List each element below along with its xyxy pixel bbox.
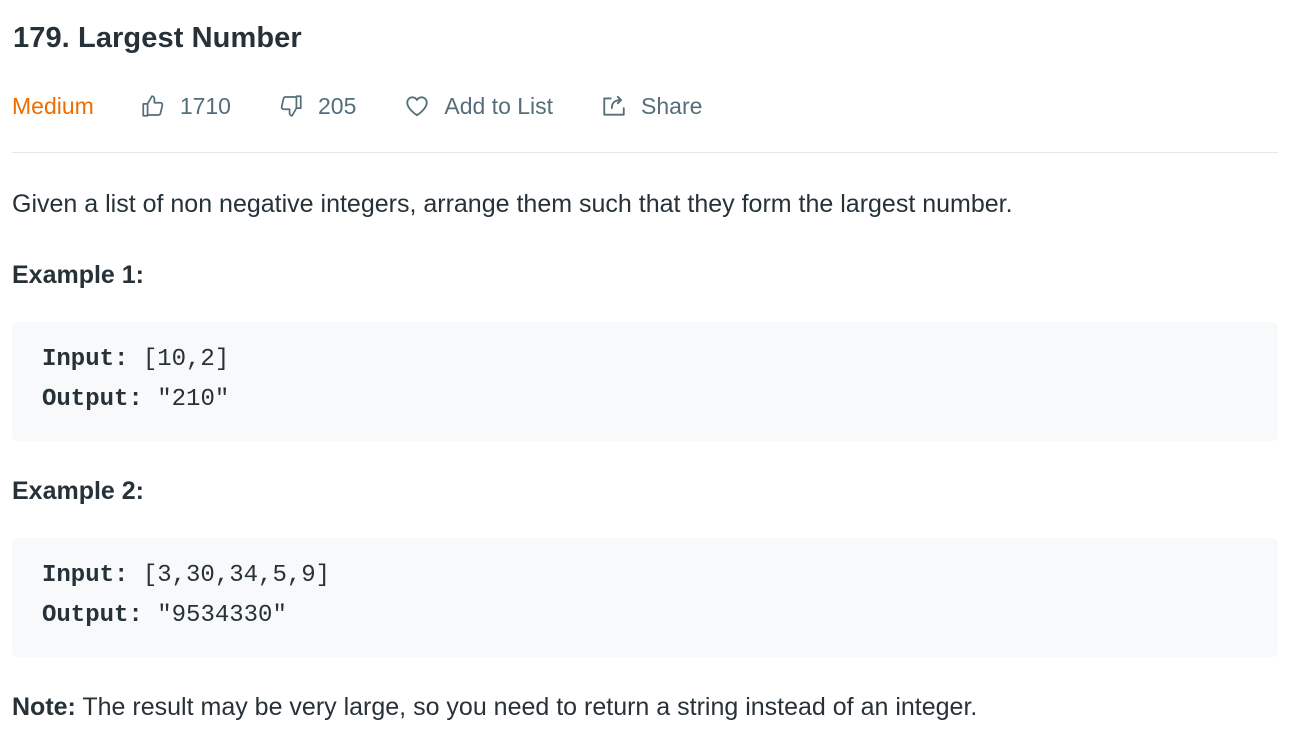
- problem-note: Note: The result may be very large, so y…: [12, 690, 977, 724]
- share-label: Share: [641, 92, 703, 119]
- example-2-output-line: Output: "9534330": [42, 601, 287, 631]
- input-label: Input:: [42, 346, 129, 373]
- input-value: [3,30,34,5,9]: [128, 562, 331, 589]
- output-label: Output:: [42, 602, 143, 629]
- note-label: Note:: [12, 693, 76, 721]
- output-value: "210": [142, 386, 230, 413]
- problem-title: 179. Largest Number: [13, 22, 302, 54]
- dislike-count: 205: [317, 92, 357, 119]
- example-1-output-line: Output: "210": [42, 385, 229, 415]
- difficulty-label: Medium: [12, 92, 94, 119]
- note-text: The result may be very large, so you nee…: [75, 693, 978, 721]
- thumbs-up-icon: [142, 95, 164, 117]
- input-value: [10,2]: [128, 346, 230, 373]
- example-1-title: Example 1:: [12, 261, 145, 289]
- add-to-list-label: Add to List: [444, 92, 554, 119]
- example-2-code-block: Input: [3,30,34,5,9] Output: "9534330": [12, 538, 1278, 657]
- add-to-list-button[interactable]: Add to List: [404, 93, 553, 120]
- output-value: "9534330": [142, 602, 287, 629]
- dislike-button[interactable]: 205: [278, 93, 356, 120]
- share-icon: [603, 95, 625, 116]
- example-1-input-line: Input: [10,2]: [42, 345, 229, 375]
- like-count: 1710: [179, 92, 231, 119]
- input-label: Input:: [42, 562, 129, 589]
- thumbs-down-icon: [280, 95, 302, 117]
- share-button[interactable]: Share: [601, 93, 702, 120]
- like-button[interactable]: 1710: [140, 93, 231, 120]
- heart-icon: [406, 96, 429, 117]
- problem-meta-bar: Medium 1710 205 Add to List Share: [12, 86, 1278, 126]
- example-2-title: Example 2:: [12, 477, 145, 505]
- header-divider: [12, 152, 1278, 153]
- example-2-input-line: Input: [3,30,34,5,9]: [42, 561, 330, 591]
- output-label: Output:: [42, 386, 143, 413]
- example-1-code-block: Input: [10,2] Output: "210": [12, 322, 1278, 441]
- problem-statement: Given a list of non negative integers, a…: [12, 190, 1013, 218]
